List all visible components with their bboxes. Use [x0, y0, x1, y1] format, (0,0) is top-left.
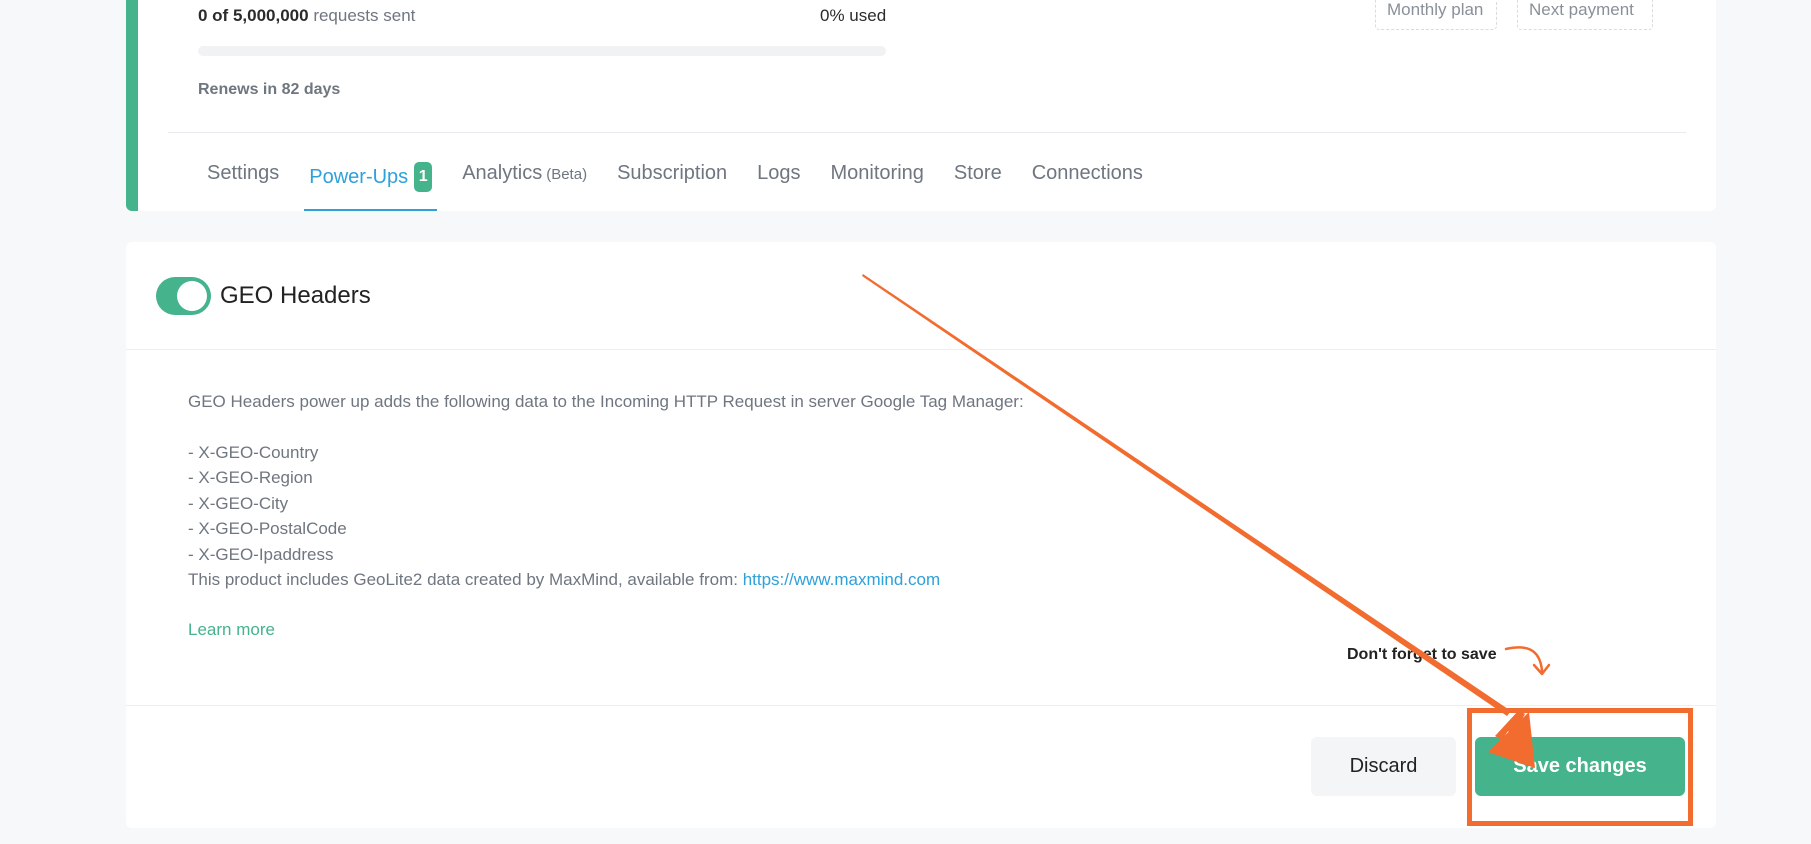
learn-more-link[interactable]: Learn more — [188, 620, 275, 640]
tab-subscription[interactable]: Subscription — [612, 150, 732, 211]
header-item-postalcode: - X-GEO-PostalCode — [188, 519, 347, 538]
header-item-country: - X-GEO-Country — [188, 442, 319, 462]
container-tabs: Settings Power-Ups 1 Analytics (Beta) Subs… — [202, 150, 1168, 211]
requests-usage: 0 of 5,000,000 requests sent — [198, 6, 415, 26]
tab-store[interactable]: Store — [949, 150, 1007, 211]
tab-store-label: Store — [953, 162, 1002, 184]
tab-power-ups[interactable]: Power-Ups 1 — [304, 150, 438, 211]
maxmind-link[interactable]: https://www.maxmind.com — [743, 570, 940, 589]
monthly-plan-badge: Monthly plan — [1375, 0, 1497, 30]
next-payment-badge: Next payment — [1517, 0, 1653, 30]
header-item-ipaddress: - X-GEO-Ipaddress — [188, 544, 334, 564]
discard-button[interactable]: Discard — [1311, 737, 1456, 796]
renews-text: Renews in 82 days — [198, 81, 341, 98]
tab-settings[interactable]: Settings — [202, 150, 284, 211]
tabs-divider — [168, 132, 1686, 133]
requests-count-suffix: requests sent — [313, 6, 416, 25]
header-divider — [126, 349, 1716, 350]
geolite-notice: This product includes GeoLite2 data crea… — [188, 567, 1024, 593]
save-button-highlight — [1467, 708, 1693, 826]
header-item-region: - X-GEO-Region — [188, 468, 313, 487]
tab-analytics-label: Analytics — [462, 162, 543, 184]
tab-connections[interactable]: Connections — [1027, 150, 1148, 211]
header-item-city: - X-GEO-City — [188, 493, 289, 513]
tab-logs-label: Logs — [757, 162, 801, 184]
footer-divider — [126, 705, 1716, 706]
tab-analytics[interactable]: Analytics (Beta) — [457, 150, 592, 211]
tab-settings-label: Settings — [207, 162, 280, 184]
card-accent-bar — [126, 0, 138, 211]
beta-tag: (Beta) — [546, 166, 588, 183]
usage-percent: 0% used — [820, 6, 887, 25]
power-ups-count-badge: 1 — [414, 162, 433, 192]
powerup-description: GEO Headers power up adds the following … — [188, 389, 1024, 593]
subscription-summary-card: 0 of 5,000,000 requests sent 0% used Ren… — [126, 0, 1716, 211]
requests-count: 0 of 5,000,000 — [198, 6, 309, 25]
geo-headers-toggle[interactable] — [156, 277, 211, 315]
geolite-text: This product includes GeoLite2 data crea… — [188, 570, 743, 589]
powerup-title: GEO Headers — [220, 282, 371, 309]
tab-power-ups-label: Power-Ups — [309, 166, 409, 188]
tab-monitoring[interactable]: Monitoring — [826, 150, 929, 211]
description-intro: GEO Headers power up adds the following … — [188, 392, 1024, 411]
tab-logs[interactable]: Logs — [752, 150, 805, 211]
tab-monitoring-label: Monitoring — [830, 162, 924, 184]
tab-subscription-label: Subscription — [617, 162, 728, 184]
toggle-knob — [177, 281, 207, 311]
save-reminder-text: Don't forget to save — [1347, 646, 1497, 663]
tab-connections-label: Connections — [1031, 162, 1143, 184]
curved-arrow-icon — [1504, 646, 1551, 676]
usage-progress-bar — [198, 46, 886, 56]
